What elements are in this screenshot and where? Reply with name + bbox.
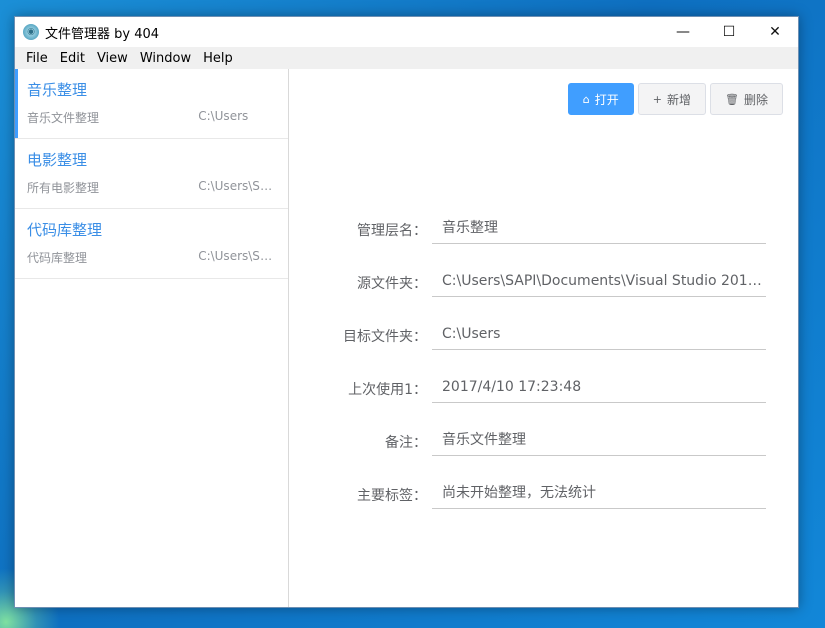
sidebar-item-music[interactable]: 音乐整理 音乐文件整理 C:\Users bbox=[15, 69, 288, 139]
detail-panel: ⌂ 打开 + 新增 🗑 删除 管理层名： 音乐整理 源文件夹： C:\Users… bbox=[289, 69, 798, 607]
last-used-label: 上次使用1： bbox=[348, 382, 427, 398]
toolbar: ⌂ 打开 + 新增 🗑 删除 bbox=[567, 83, 783, 115]
target-folder-label: 目标文件夹： bbox=[343, 329, 427, 345]
home-icon: ⌂ bbox=[582, 92, 590, 106]
minimize-button[interactable]: — bbox=[660, 17, 706, 47]
menu-bar: File Edit View Window Help bbox=[15, 47, 798, 69]
menu-edit[interactable]: Edit bbox=[54, 51, 91, 66]
form-row-target: 目标文件夹： C:\Users bbox=[289, 323, 798, 376]
tags-field[interactable]: 尚未开始整理，无法统计 bbox=[432, 482, 766, 509]
last-used-field[interactable]: 2017/4/10 17:23:48 bbox=[432, 376, 766, 403]
tags-label: 主要标签： bbox=[357, 488, 427, 504]
form-row-tags: 主要标签： 尚未开始整理，无法统计 bbox=[289, 482, 798, 535]
close-button[interactable]: ✕ bbox=[752, 17, 798, 47]
menu-window[interactable]: Window bbox=[134, 51, 197, 66]
sidebar-item-movies[interactable]: 电影整理 所有电影整理 C:\Users\SA... bbox=[15, 139, 288, 209]
name-field[interactable]: 音乐整理 bbox=[432, 217, 766, 244]
sidebar: 音乐整理 音乐文件整理 C:\Users 电影整理 所有电影整理 C:\User… bbox=[15, 69, 289, 607]
sidebar-item-desc: 音乐文件整理 bbox=[27, 111, 100, 125]
sidebar-item-title: 电影整理 bbox=[27, 151, 88, 169]
target-folder-field[interactable]: C:\Users bbox=[432, 323, 766, 350]
detail-form: 管理层名： 音乐整理 源文件夹： C:\Users\SAPI\Documents… bbox=[289, 217, 798, 535]
sidebar-item-desc: 代码库整理 bbox=[27, 251, 88, 265]
app-window: ◉ 文件管理器 by 404 — ☐ ✕ File Edit View Wind… bbox=[14, 16, 799, 608]
add-button-label: 新增 bbox=[667, 92, 692, 107]
sidebar-item-path: C:\Users\SA... bbox=[198, 249, 276, 263]
form-row-name: 管理层名： 音乐整理 bbox=[289, 217, 798, 270]
sidebar-item-path: C:\Users bbox=[198, 109, 249, 123]
remark-label: 备注： bbox=[385, 435, 427, 451]
sidebar-item-path: C:\Users\SA... bbox=[198, 179, 276, 193]
name-label: 管理层名： bbox=[357, 223, 427, 239]
form-row-source: 源文件夹： C:\Users\SAPI\Documents\Visual Stu… bbox=[289, 270, 798, 323]
trash-icon: 🗑 bbox=[725, 92, 739, 106]
sidebar-item-code[interactable]: 代码库整理 代码库整理 C:\Users\SA... bbox=[15, 209, 288, 279]
app-logo-icon: ◉ bbox=[23, 24, 39, 40]
delete-button[interactable]: 🗑 删除 bbox=[710, 83, 783, 115]
remark-field[interactable]: 音乐文件整理 bbox=[432, 429, 766, 456]
open-button-label: 打开 bbox=[594, 92, 619, 107]
sidebar-item-title: 音乐整理 bbox=[27, 81, 88, 99]
window-title: 文件管理器 by 404 bbox=[45, 26, 160, 42]
title-bar[interactable]: ◉ 文件管理器 by 404 — ☐ ✕ bbox=[15, 17, 798, 47]
menu-file[interactable]: File bbox=[20, 51, 54, 66]
sidebar-item-title: 代码库整理 bbox=[27, 221, 103, 239]
source-folder-field[interactable]: C:\Users\SAPI\Documents\Visual Studio 20… bbox=[432, 270, 766, 297]
sidebar-item-desc: 所有电影整理 bbox=[27, 181, 100, 195]
open-button[interactable]: ⌂ 打开 bbox=[567, 83, 634, 115]
source-folder-label: 源文件夹： bbox=[357, 276, 427, 292]
maximize-button[interactable]: ☐ bbox=[706, 17, 752, 47]
form-row-remark: 备注： 音乐文件整理 bbox=[289, 429, 798, 482]
add-button[interactable]: + 新增 bbox=[637, 83, 707, 115]
menu-help[interactable]: Help bbox=[197, 51, 239, 66]
plus-icon: + bbox=[652, 92, 662, 106]
delete-button-label: 删除 bbox=[743, 92, 768, 107]
menu-view[interactable]: View bbox=[91, 51, 134, 66]
form-row-last-used: 上次使用1： 2017/4/10 17:23:48 bbox=[289, 376, 798, 429]
